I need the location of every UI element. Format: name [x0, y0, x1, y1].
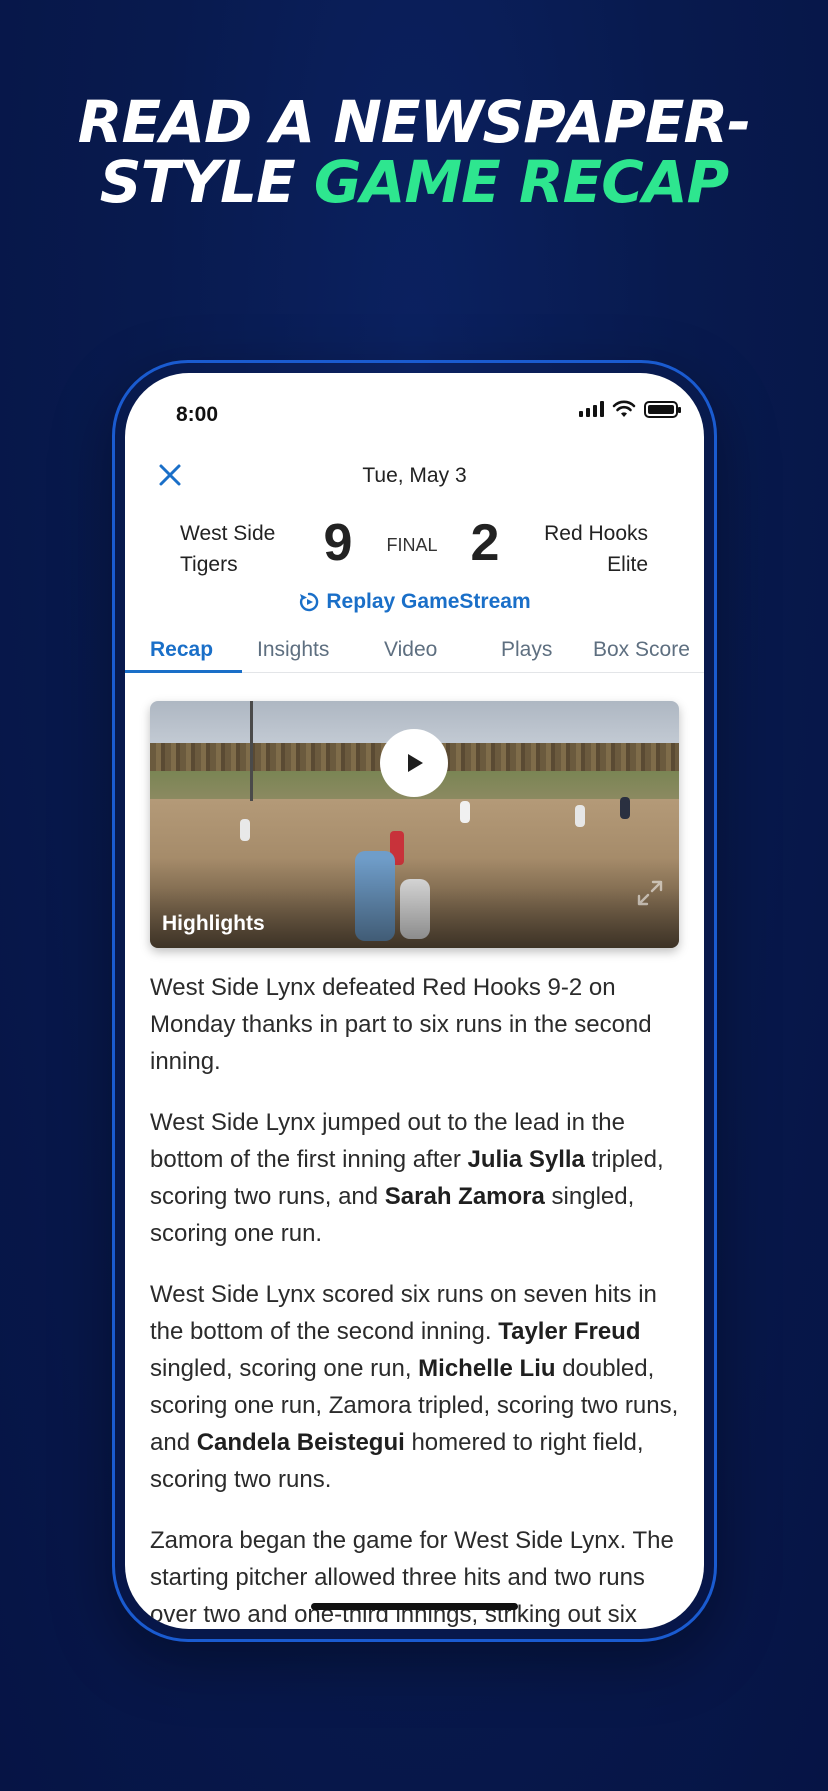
- replay-icon: [300, 592, 319, 612]
- tab-recap[interactable]: Recap: [150, 638, 213, 662]
- video-light-pole: [250, 701, 253, 801]
- home-team-name[interactable]: West Side Tigers: [180, 518, 275, 580]
- battery-icon: [644, 400, 681, 418]
- tab-bar: Recap Insights Video Plays Box Score: [125, 623, 704, 673]
- promo-headline: READ A NEWSPAPER- STYLE GAME RECAP: [0, 92, 828, 212]
- headline-line-2-accent: GAME RECAP: [313, 148, 729, 216]
- player-figure: [575, 805, 585, 827]
- wifi-icon: [612, 400, 636, 417]
- replay-gamestream-button[interactable]: Replay GameStream: [125, 590, 704, 614]
- headline-line-1: READ A NEWSPAPER-: [77, 88, 751, 156]
- game-status: FINAL: [386, 535, 438, 555]
- player-name: Michelle Liu: [418, 1355, 556, 1382]
- tab-plays[interactable]: Plays: [501, 638, 552, 662]
- highlights-video[interactable]: Highlights: [150, 701, 679, 948]
- player-name: Julia Sylla: [467, 1146, 585, 1173]
- play-button[interactable]: [380, 729, 448, 797]
- home-score: 9: [323, 514, 353, 572]
- article-paragraph-1: West Side Lynx defeated Red Hooks 9-2 on…: [150, 974, 652, 1075]
- play-icon: [408, 754, 423, 772]
- player-name: Sarah Zamora: [384, 1183, 545, 1210]
- article-paragraph-4: Zamora began the game for West Side Lynx…: [150, 1527, 674, 1628]
- home-team-line-1: West Side: [180, 522, 276, 545]
- home-team-line-2: Tigers: [180, 553, 238, 576]
- video-label: Highlights: [162, 912, 265, 935]
- tab-video[interactable]: Video: [384, 638, 437, 662]
- player-figure: [240, 819, 250, 841]
- status-time: 8:00: [176, 403, 219, 426]
- player-name: Tayler Freud: [498, 1318, 641, 1345]
- active-tab-indicator: [125, 670, 242, 673]
- expand-icon[interactable]: [635, 878, 665, 908]
- article-paragraph-3: West Side Lynx scored six runs on seven …: [150, 1281, 679, 1493]
- game-date: Tue, May 3: [362, 464, 467, 487]
- status-icons: [579, 400, 681, 418]
- tab-box-score[interactable]: Box Score: [593, 638, 690, 662]
- phone-screen: 8:00 Tue, May 3 West Side Tigers 9 FINAL…: [125, 373, 704, 1629]
- away-team-line-1: Red Hooks: [544, 522, 648, 545]
- player-name: Candela Beistegui: [196, 1429, 405, 1456]
- article-paragraph-2: West Side Lynx jumped out to the lead in…: [150, 1109, 664, 1247]
- away-score: 2: [470, 514, 500, 572]
- tab-insights[interactable]: Insights: [257, 638, 329, 662]
- away-team-line-2: Elite: [607, 553, 648, 576]
- headline-line-2: STYLE GAME RECAP: [0, 152, 828, 212]
- replay-label: Replay GameStream: [326, 590, 531, 613]
- cellular-signal-icon: [579, 401, 604, 417]
- status-bar: 8:00: [125, 373, 704, 443]
- recap-article: West Side Lynx defeated Red Hooks 9-2 on…: [150, 969, 685, 1629]
- headline-line-2-white: STYLE: [99, 148, 296, 216]
- home-indicator[interactable]: [311, 1603, 518, 1610]
- player-figure: [620, 797, 630, 819]
- player-figure: [460, 801, 470, 823]
- away-team-name[interactable]: Red Hooks Elite: [544, 518, 648, 580]
